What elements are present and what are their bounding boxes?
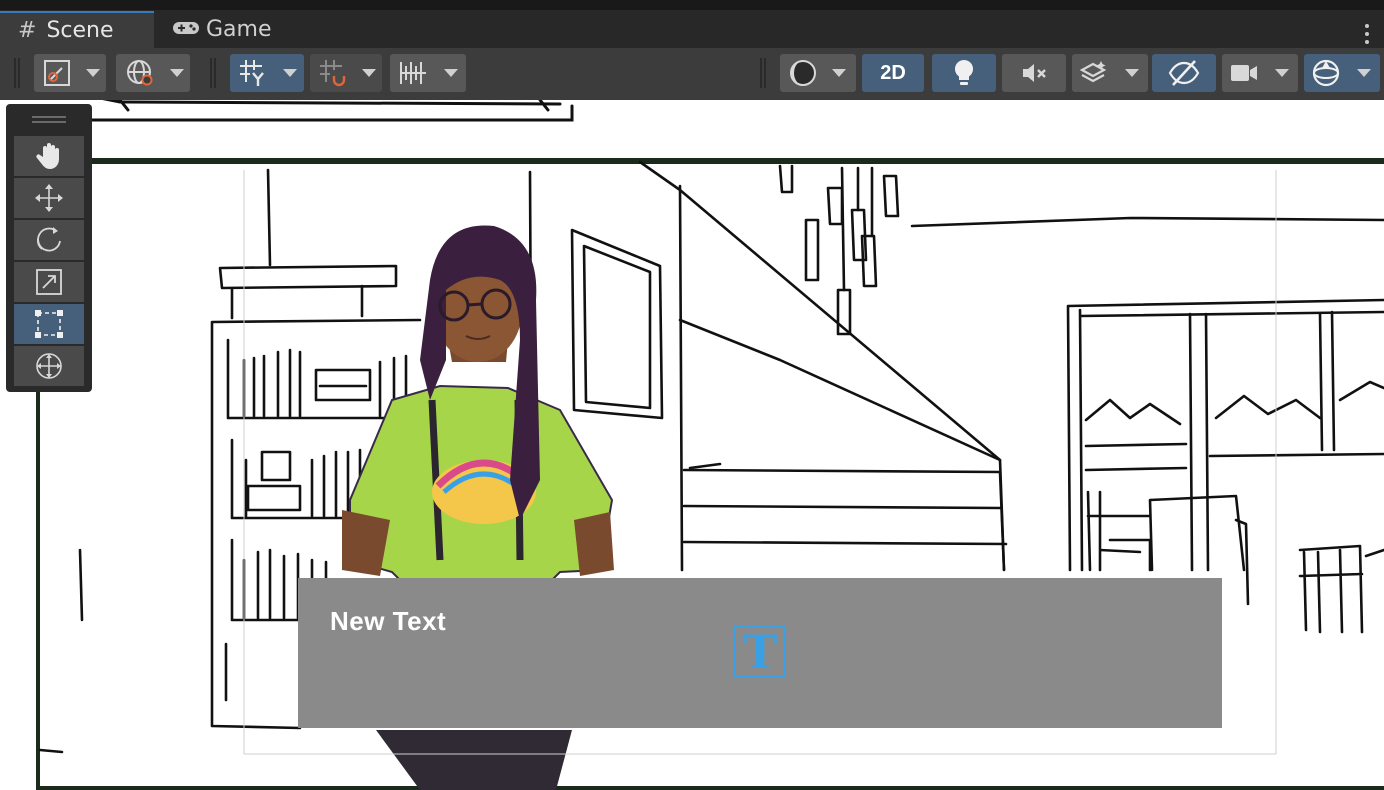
gamepad-icon	[172, 17, 200, 42]
tab-bar: # Scene Game	[0, 10, 1384, 48]
scene-camera-button[interactable]	[1222, 54, 1266, 92]
layers-sparkle-icon	[1079, 61, 1107, 83]
rotate-icon	[37, 227, 61, 252]
increment-snap-dropdown[interactable]	[356, 54, 382, 92]
scale-icon	[36, 269, 62, 295]
hand-icon	[36, 143, 59, 169]
toolbar-grip[interactable]	[210, 58, 216, 88]
toolbar-grip[interactable]	[760, 58, 766, 88]
gizmo-sphere-icon	[1312, 59, 1340, 87]
scene-viewport[interactable]: New Text T	[0, 100, 1384, 790]
scale-tool-button[interactable]	[14, 262, 84, 302]
shading-mode-button[interactable]	[780, 54, 826, 92]
overlay-drag-handle[interactable]	[32, 116, 66, 118]
dialog-text[interactable]: New Text	[330, 606, 446, 637]
tab-scene[interactable]: # Scene	[0, 11, 154, 48]
increment-snap-button[interactable]	[310, 54, 356, 92]
text-gizmo-letter: T	[742, 625, 778, 679]
tab-scene-label: Scene	[46, 18, 114, 43]
scene-camera-dropdown[interactable]	[1266, 54, 1298, 92]
window-top-strip	[0, 0, 1384, 10]
grid-y-icon	[240, 60, 264, 86]
gizmos-button[interactable]	[1304, 54, 1348, 92]
rect-transform-icon	[35, 310, 63, 338]
lightbulb-icon	[954, 59, 974, 85]
mute-speaker-icon	[1023, 64, 1046, 82]
shading-mode-dropdown[interactable]	[822, 54, 856, 92]
tools-overlay	[6, 104, 92, 392]
scene-visibility-button[interactable]	[1152, 54, 1216, 92]
effects-dropdown[interactable]	[1116, 54, 1148, 92]
global-local-dropdown[interactable]	[164, 54, 190, 92]
camera-icon	[1231, 65, 1257, 81]
hash-icon: #	[18, 18, 37, 43]
more-options-icon[interactable]	[1364, 24, 1370, 48]
lighting-toggle-button[interactable]	[932, 54, 996, 92]
rotate-tool-button[interactable]	[14, 220, 84, 260]
effects-button[interactable]	[1072, 54, 1116, 92]
gizmos-dropdown[interactable]	[1348, 54, 1380, 92]
hidden-eye-icon	[1168, 60, 1200, 86]
move-tool-button[interactable]	[14, 178, 84, 218]
draw-mode-icon	[44, 60, 70, 86]
globe-icon	[127, 60, 153, 86]
transform-icon	[36, 353, 62, 379]
ruler-button[interactable]	[390, 54, 436, 92]
dialog-box[interactable]: New Text T	[298, 578, 1222, 728]
scene-toolbar: 2D	[0, 48, 1384, 101]
toggle-2d-button[interactable]: 2D	[862, 54, 924, 92]
toggle-2d-label: 2D	[880, 61, 906, 84]
grid-magnet-icon	[320, 60, 346, 87]
global-local-button[interactable]	[116, 54, 164, 92]
hand-tool-button[interactable]	[14, 136, 84, 176]
draw-mode-dropdown[interactable]	[80, 54, 106, 92]
transform-tool-button[interactable]	[14, 346, 84, 386]
move-arrows-icon	[35, 184, 63, 212]
audio-toggle-button[interactable]	[1002, 54, 1066, 92]
grid-snap-button[interactable]	[230, 54, 276, 92]
ruler-grid-icon	[400, 62, 426, 84]
ruler-dropdown[interactable]	[436, 54, 466, 92]
shading-sphere-icon	[790, 60, 816, 86]
text-component-gizmo-icon: T	[734, 626, 786, 678]
tab-game-label: Game	[206, 17, 272, 42]
draw-mode-button[interactable]	[34, 54, 80, 92]
tab-game[interactable]: Game	[160, 11, 300, 48]
grid-snap-dropdown[interactable]	[276, 54, 304, 92]
rect-tool-button[interactable]	[14, 304, 84, 344]
toolbar-grip[interactable]	[14, 58, 20, 88]
